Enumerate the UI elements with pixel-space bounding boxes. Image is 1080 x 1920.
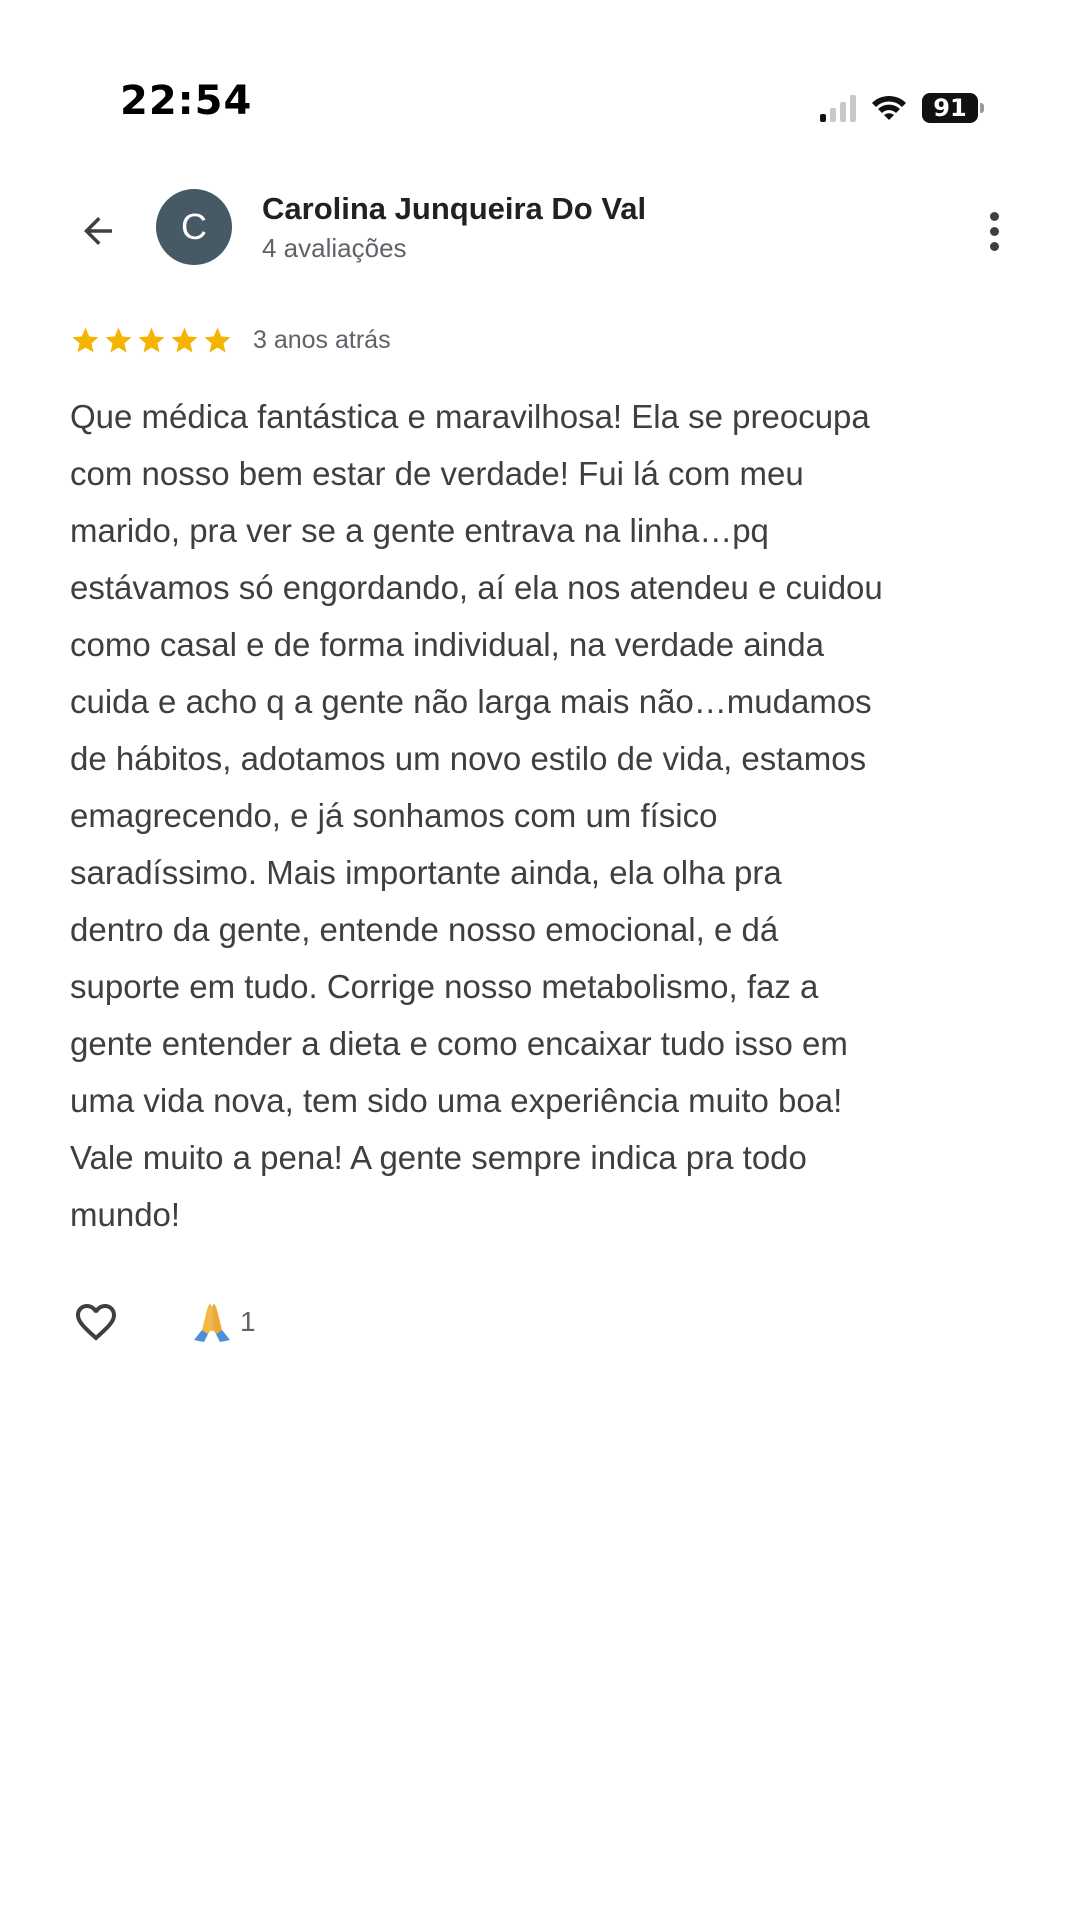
rating-row: 3 anos atrás: [70, 322, 391, 358]
review-text-line: cuida e acho q a gente não larga mais nã…: [70, 683, 872, 720]
review-text-line: Vale muito a pena! A gente sempre indica…: [70, 1139, 807, 1176]
review-text-line: dentro da gente, entende nosso emocional…: [70, 911, 779, 948]
status-icons: 91: [820, 88, 984, 128]
wifi-icon: [870, 94, 908, 122]
avatar[interactable]: C: [156, 189, 232, 265]
review-text-line: emagrecendo, e já sonhamos com um físico: [70, 797, 718, 834]
review-text-line: gente entender a dieta e como encaixar t…: [70, 1025, 848, 1062]
reviewer-review-count: 4 avaliações: [262, 233, 407, 263]
review-text-line: de hábitos, adotamos um novo estilo de v…: [70, 740, 867, 777]
star-icon: [138, 327, 165, 352]
reaction-count: 1: [240, 1306, 256, 1337]
battery-level: 91: [922, 93, 978, 123]
star-icon: [72, 327, 99, 352]
review-text: Que médica fantástica e maravilhosa! Ela…: [70, 388, 1020, 1243]
review-text-line: saradíssimo. Mais importante ainda, ela …: [70, 854, 782, 891]
reviewer-name[interactable]: Carolina Junqueira Do Val: [262, 191, 646, 227]
signal-icon: [820, 94, 856, 122]
review-text-line: estávamos só engordando, aí ela nos aten…: [70, 569, 883, 606]
more-vert-icon: [989, 211, 999, 221]
like-button[interactable]: [70, 1296, 122, 1348]
star-icon: [171, 327, 198, 352]
review-text-line: Que médica fantástica e maravilhosa! Ela…: [70, 398, 870, 435]
star-icon: [204, 327, 231, 352]
review-time: 3 anos atrás: [253, 325, 391, 354]
status-bar: 22:54 91: [0, 0, 1080, 150]
heart-outline-icon: [76, 1304, 116, 1341]
status-time: 22:54: [120, 78, 253, 124]
more-options-button[interactable]: [974, 201, 1014, 261]
back-button[interactable]: [72, 205, 124, 257]
reactions-row: 1: [70, 1296, 256, 1348]
battery-icon: 91: [922, 93, 984, 123]
star-rating: [70, 325, 233, 356]
review-text-line: marido, pra ver se a gente entrava na li…: [70, 512, 769, 549]
star-icon: [105, 327, 132, 352]
review-text-line: mundo!: [70, 1196, 181, 1233]
arrow-back-icon: [84, 217, 112, 245]
review-header: C Carolina Junqueira Do Val 4 avaliações: [0, 185, 1080, 275]
folded-hands-emoji-icon[interactable]: [190, 1300, 234, 1344]
review-text-line: como casal e de forma individual, na ver…: [70, 626, 824, 663]
review-text-line: uma vida nova, tem sido uma experiência …: [70, 1082, 843, 1119]
review-text-line: suporte em tudo. Corrige nosso metabolis…: [70, 968, 819, 1005]
review-text-line: com nosso bem estar de verdade! Fui lá c…: [70, 455, 804, 492]
